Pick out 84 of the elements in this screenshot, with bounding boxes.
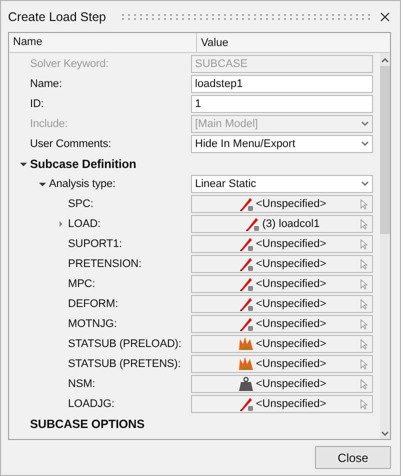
column-header: Value: [200, 36, 228, 48]
property-label: MOTNJG:: [67, 318, 117, 330]
collapse-caret-icon[interactable]: [38, 180, 46, 188]
pencil-icon: [244, 216, 260, 232]
scroll-up-icon[interactable]: [381, 57, 389, 63]
entity-value: <Unspecified>: [256, 338, 326, 350]
entity-value: <Unspecified>: [256, 378, 326, 390]
chevron-down-icon: [361, 141, 369, 147]
property-label: PRETENSION:: [67, 258, 142, 270]
property-label: LOAD:: [67, 218, 101, 230]
chevron-down-icon: [361, 121, 369, 127]
dropdown: [Main Model]: [191, 115, 373, 133]
property-label: DEFORM:: [67, 298, 118, 310]
property-label: NSM:: [67, 378, 96, 390]
entity-selector[interactable]: <Unspecified>: [191, 195, 373, 213]
property-label: STATSUB (PRELOAD):: [67, 338, 182, 350]
property-label: Include:: [29, 118, 68, 130]
pencil-icon: [238, 276, 254, 292]
property-label: Name:: [29, 78, 62, 90]
pointer-icon: [360, 278, 368, 290]
pointer-icon: [360, 238, 368, 250]
entity-selector[interactable]: <Unspecified>: [191, 295, 373, 313]
section-heading: Subcase Definition: [29, 157, 136, 171]
entity-selector[interactable]: <Unspecified>: [191, 235, 373, 253]
text-input[interactable]: 1: [191, 95, 373, 113]
dropdown[interactable]: Hide In Menu/Export: [191, 135, 373, 153]
property-label: MPC:: [67, 278, 96, 290]
pointer-icon: [360, 338, 368, 350]
pointer-icon: [360, 198, 368, 210]
pointer-icon: [360, 378, 368, 390]
entity-value: <Unspecified>: [256, 278, 326, 290]
chevron-down-icon: [361, 181, 369, 187]
drag-handle-icon[interactable]: [120, 12, 370, 20]
property-label: Analysis type:: [48, 178, 116, 190]
pencil-icon: [238, 196, 254, 212]
dropdown[interactable]: Linear Static: [191, 175, 373, 193]
text-input[interactable]: loadstep1: [191, 75, 373, 93]
pencil-icon: [238, 236, 254, 252]
property-label: LOADJG:: [67, 398, 114, 410]
entity-value: <Unspecified>: [256, 358, 326, 370]
entity-selector[interactable]: <Unspecified>: [191, 315, 373, 333]
entity-value: <Unspecified>: [256, 298, 326, 310]
entity-selector[interactable]: <Unspecified>: [191, 375, 373, 393]
weight-icon: [238, 376, 254, 392]
entity-value: <Unspecified>: [256, 258, 326, 270]
pencil-icon: [238, 316, 254, 332]
property-label: SPC:: [67, 198, 94, 210]
scrollbar[interactable]: [380, 53, 390, 439]
readonly-field: SUBCASE: [191, 55, 373, 73]
flame-icon: [238, 356, 254, 372]
entity-selector[interactable]: <Unspecified>: [191, 395, 373, 413]
entity-value: <Unspecified>: [256, 198, 326, 210]
entity-selector[interactable]: <Unspecified>: [191, 255, 373, 273]
close-button[interactable]: Close: [315, 446, 391, 469]
property-label: STATSUB (PRETENS):: [67, 358, 181, 370]
pointer-icon: [360, 318, 368, 330]
entity-value: <Unspecified>: [256, 318, 326, 330]
collapse-caret-icon[interactable]: [20, 160, 26, 168]
entity-selector[interactable]: <Unspecified>: [191, 355, 373, 373]
flame-icon: [238, 336, 254, 352]
entity-value: <Unspecified>: [256, 238, 326, 250]
pointer-icon: [360, 298, 368, 310]
expand-caret-icon[interactable]: [58, 221, 64, 227]
window-title: Create Load Step: [8, 10, 106, 24]
column-header: Name: [9, 33, 197, 52]
pencil-icon: [238, 296, 254, 312]
property-label: ID:: [29, 98, 44, 110]
entity-value: <Unspecified>: [256, 398, 326, 410]
pointer-icon: [360, 258, 368, 270]
property-label: SUPORT1:: [67, 238, 122, 250]
close-icon[interactable]: [380, 12, 390, 22]
pointer-icon: [360, 218, 368, 230]
pencil-icon: [238, 256, 254, 272]
entity-selector[interactable]: <Unspecified>: [191, 335, 373, 353]
property-label: User Comments:: [29, 138, 112, 150]
section-heading: SUBCASE OPTIONS: [29, 417, 145, 431]
pencil-icon: [238, 396, 254, 412]
scroll-down-icon[interactable]: [381, 431, 389, 437]
pointer-icon: [360, 358, 368, 370]
entity-selector[interactable]: (3) loadcol1: [191, 215, 373, 233]
pointer-icon: [360, 398, 368, 410]
entity-selector[interactable]: <Unspecified>: [191, 275, 373, 293]
entity-value: (3) loadcol1: [262, 218, 320, 230]
property-label: Solver Keyword:: [29, 58, 109, 70]
